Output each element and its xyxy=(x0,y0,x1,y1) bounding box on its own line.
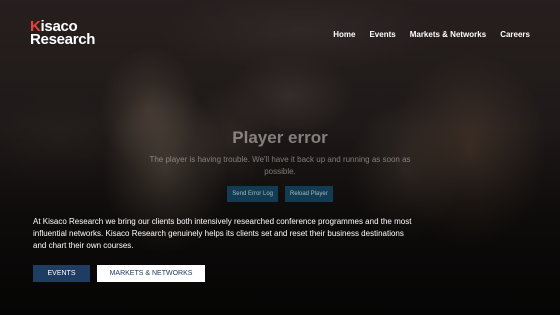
nav-events[interactable]: Events xyxy=(369,30,395,39)
main-nav: Home Events Markets & Networks Careers xyxy=(333,30,530,39)
player-error-actions: Send Error Log Reload Player xyxy=(140,186,420,202)
intro-text: At Kisaco Research we bring our clients … xyxy=(33,217,412,250)
send-error-log-button[interactable]: Send Error Log xyxy=(227,186,278,202)
events-button[interactable]: EVENTS xyxy=(33,265,90,282)
logo-line2: Research xyxy=(30,31,96,48)
player-error-panel: Player error The player is having troubl… xyxy=(140,128,420,202)
markets-networks-button[interactable]: MARKETS & NETWORKS xyxy=(97,265,205,282)
player-error-message: The player is having trouble. We'll have… xyxy=(149,155,411,176)
nav-careers[interactable]: Careers xyxy=(500,30,530,39)
nav-markets-networks[interactable]: Markets & Networks xyxy=(410,30,486,39)
nav-home[interactable]: Home xyxy=(333,30,355,39)
player-error-title: Player error xyxy=(232,128,328,147)
kisaco-logo[interactable]: Kisaco Research xyxy=(30,19,96,48)
reload-player-button[interactable]: Reload Player xyxy=(285,186,333,202)
